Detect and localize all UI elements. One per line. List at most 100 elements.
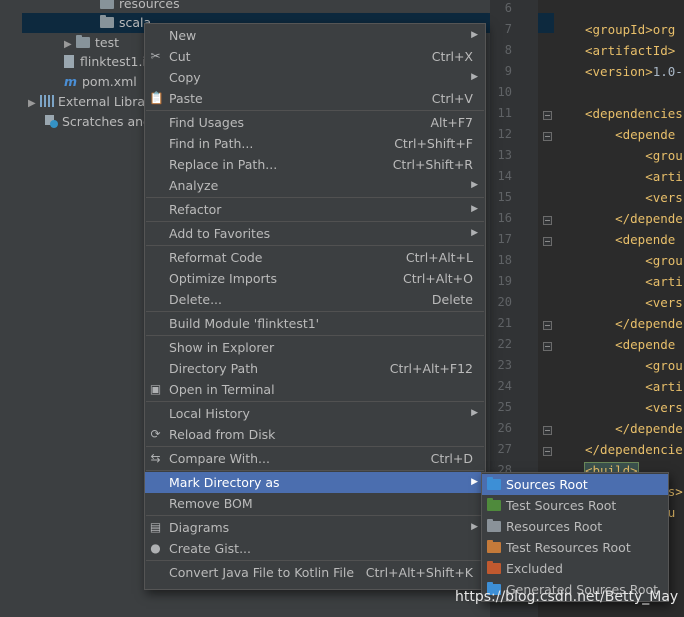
submenu-item-test-resources-root[interactable]: Test Resources Root: [482, 537, 668, 558]
code-text: <grou: [585, 148, 683, 163]
tree-item-flinktest1-i[interactable]: flinktest1.i: [64, 52, 146, 72]
fold-marker-icon[interactable]: [543, 447, 552, 456]
context-menu: New ▶ ✂ Cut Ctrl+X Copy ▶ 📋 Paste Ctrl+V Find Usag…: [144, 23, 486, 590]
menu-item-replace-in-path[interactable]: Replace in Path... Ctrl+Shift+R: [145, 154, 485, 175]
menu-separator: [146, 515, 484, 516]
menu-item-label: Analyze: [169, 178, 219, 193]
code-line: </dependencie: [585, 442, 683, 457]
menu-item-label: Compare With...: [169, 451, 270, 466]
code-line: <vers: [585, 295, 683, 310]
menu-item-label: Paste: [169, 91, 203, 106]
menu-item-create-gist[interactable]: ● Create Gist...: [145, 538, 485, 559]
menu-item-optimize-imports[interactable]: Optimize Imports Ctrl+Alt+O: [145, 268, 485, 289]
tree-item-pom-xml[interactable]: m pom.xml: [64, 72, 137, 92]
code-text: </depende: [585, 316, 683, 331]
code-text: </depende: [585, 211, 683, 226]
tree-item-test[interactable]: ▶ test: [64, 33, 119, 53]
fold-marker-icon[interactable]: [543, 237, 552, 246]
code-line: <arti: [585, 274, 683, 289]
code-value: 1.0-: [652, 64, 683, 79]
menu-item-delete[interactable]: Delete... Delete: [145, 289, 485, 310]
submenu-item-test-sources-root[interactable]: Test Sources Root: [482, 495, 668, 516]
menu-item-compare-with[interactable]: ⇆ Compare With... Ctrl+D: [145, 448, 485, 469]
menu-item-show-in-explorer[interactable]: Show in Explorer: [145, 337, 485, 358]
menu-separator: [146, 311, 484, 312]
menu-item-add-to-favorites[interactable]: Add to Favorites ▶: [145, 223, 485, 244]
menu-item-label: Reformat Code: [169, 250, 263, 265]
folder-icon: [100, 15, 114, 28]
menu-item-open-in-terminal[interactable]: ▣ Open in Terminal: [145, 379, 485, 400]
menu-item-analyze[interactable]: Analyze ▶: [145, 175, 485, 196]
code-text: <groupId>org: [585, 22, 676, 37]
terminal-icon: ▣: [149, 382, 162, 396]
line-number: 25: [497, 400, 512, 414]
menu-separator: [146, 110, 484, 111]
menu-item-diagrams[interactable]: ▤ Diagrams ▶: [145, 517, 485, 538]
menu-item-label: Local History: [169, 406, 250, 421]
menu-item-build-module-flinktest1[interactable]: Build Module 'flinktest1': [145, 313, 485, 334]
tree-item-scratches-and[interactable]: Scratches and: [44, 112, 151, 132]
code-line: </depende: [585, 316, 683, 331]
menu-item-new[interactable]: New ▶: [145, 25, 485, 46]
fold-marker-icon[interactable]: [543, 132, 552, 141]
menu-item-label: Mark Directory as: [169, 475, 280, 490]
code-text: <version>: [585, 64, 653, 79]
watermark: https://blog.csdn.net/Betty_May: [455, 589, 679, 605]
tree-item-resources[interactable]: resources: [100, 0, 180, 14]
menu-item-find-in-path[interactable]: Find in Path... Ctrl+Shift+F: [145, 133, 485, 154]
code-line: <vers: [585, 400, 683, 415]
tree-item-label: Scratches and: [62, 114, 151, 129]
menu-item-mark-directory-as[interactable]: Mark Directory as ▶: [145, 472, 485, 493]
submenu-item-label: Test Sources Root: [506, 498, 617, 513]
menu-item-remove-bom[interactable]: Remove BOM: [145, 493, 485, 514]
fold-marker-icon[interactable]: [543, 426, 552, 435]
menu-item-local-history[interactable]: Local History ▶: [145, 403, 485, 424]
expand-arrow-icon[interactable]: ▶: [28, 94, 40, 114]
submenu-arrow-icon: ▶: [471, 72, 478, 82]
submenu-arrow-icon: ▶: [471, 204, 478, 214]
menu-item-shortcut: Ctrl+Alt+O: [403, 271, 473, 286]
code-text: <arti: [585, 379, 683, 394]
submenu-item-label: Excluded: [506, 561, 563, 576]
fold-marker-icon[interactable]: [543, 321, 552, 330]
submenu-item-resources-root[interactable]: Resources Root: [482, 516, 668, 537]
fold-marker-icon[interactable]: [543, 342, 552, 351]
menu-item-paste[interactable]: 📋 Paste Ctrl+V: [145, 88, 485, 109]
menu-item-reload-from-disk[interactable]: ⟳ Reload from Disk: [145, 424, 485, 445]
submenu-arrow-icon: ▶: [471, 477, 478, 487]
fold-marker-icon[interactable]: [543, 111, 552, 120]
code-line: </depende: [585, 421, 683, 436]
menu-item-copy[interactable]: Copy ▶: [145, 67, 485, 88]
code-text: <artifactId>: [585, 43, 676, 58]
menu-item-convert-java-file-to-kotlin-file[interactable]: Convert Java File to Kotlin File Ctrl+Alt…: [145, 562, 485, 583]
reload-icon: ⟳: [150, 427, 161, 441]
menu-item-reformat-code[interactable]: Reformat Code Ctrl+Alt+L: [145, 247, 485, 268]
menu-item-label: Reload from Disk: [169, 427, 276, 442]
submenu-item-excluded[interactable]: Excluded: [482, 558, 668, 579]
menu-item-label: Remove BOM: [169, 496, 253, 511]
line-number: 12: [497, 127, 512, 141]
test-sources-root-folder-icon: [487, 498, 501, 511]
code-line: <depende: [585, 127, 675, 142]
menu-item-cut[interactable]: ✂ Cut Ctrl+X: [145, 46, 485, 67]
resources-root-folder-icon: [487, 519, 501, 532]
menu-item-refactor[interactable]: Refactor ▶: [145, 199, 485, 220]
menu-separator: [146, 245, 484, 246]
line-number: 19: [497, 274, 512, 288]
line-number: 17: [497, 232, 512, 246]
tree-item-external-libra[interactable]: ▶ External Libra: [28, 92, 145, 112]
line-number: 13: [497, 148, 512, 162]
tree-item-label: External Libra: [58, 94, 146, 109]
submenu-item-sources-root[interactable]: Sources Root: [482, 474, 668, 495]
code-line: <grou: [585, 148, 683, 163]
line-number: 18: [497, 253, 512, 267]
menu-item-find-usages[interactable]: Find Usages Alt+F7: [145, 112, 485, 133]
menu-item-directory-path[interactable]: Directory Path Ctrl+Alt+F12: [145, 358, 485, 379]
code-text: <vers: [585, 190, 683, 205]
compare-icon: ⇆: [150, 451, 161, 465]
line-number: 24: [497, 379, 512, 393]
file-icon: [64, 55, 74, 68]
fold-marker-icon[interactable]: [543, 216, 552, 225]
line-number: 8: [504, 43, 512, 57]
menu-item-shortcut: Ctrl+Alt+Shift+K: [365, 565, 473, 580]
